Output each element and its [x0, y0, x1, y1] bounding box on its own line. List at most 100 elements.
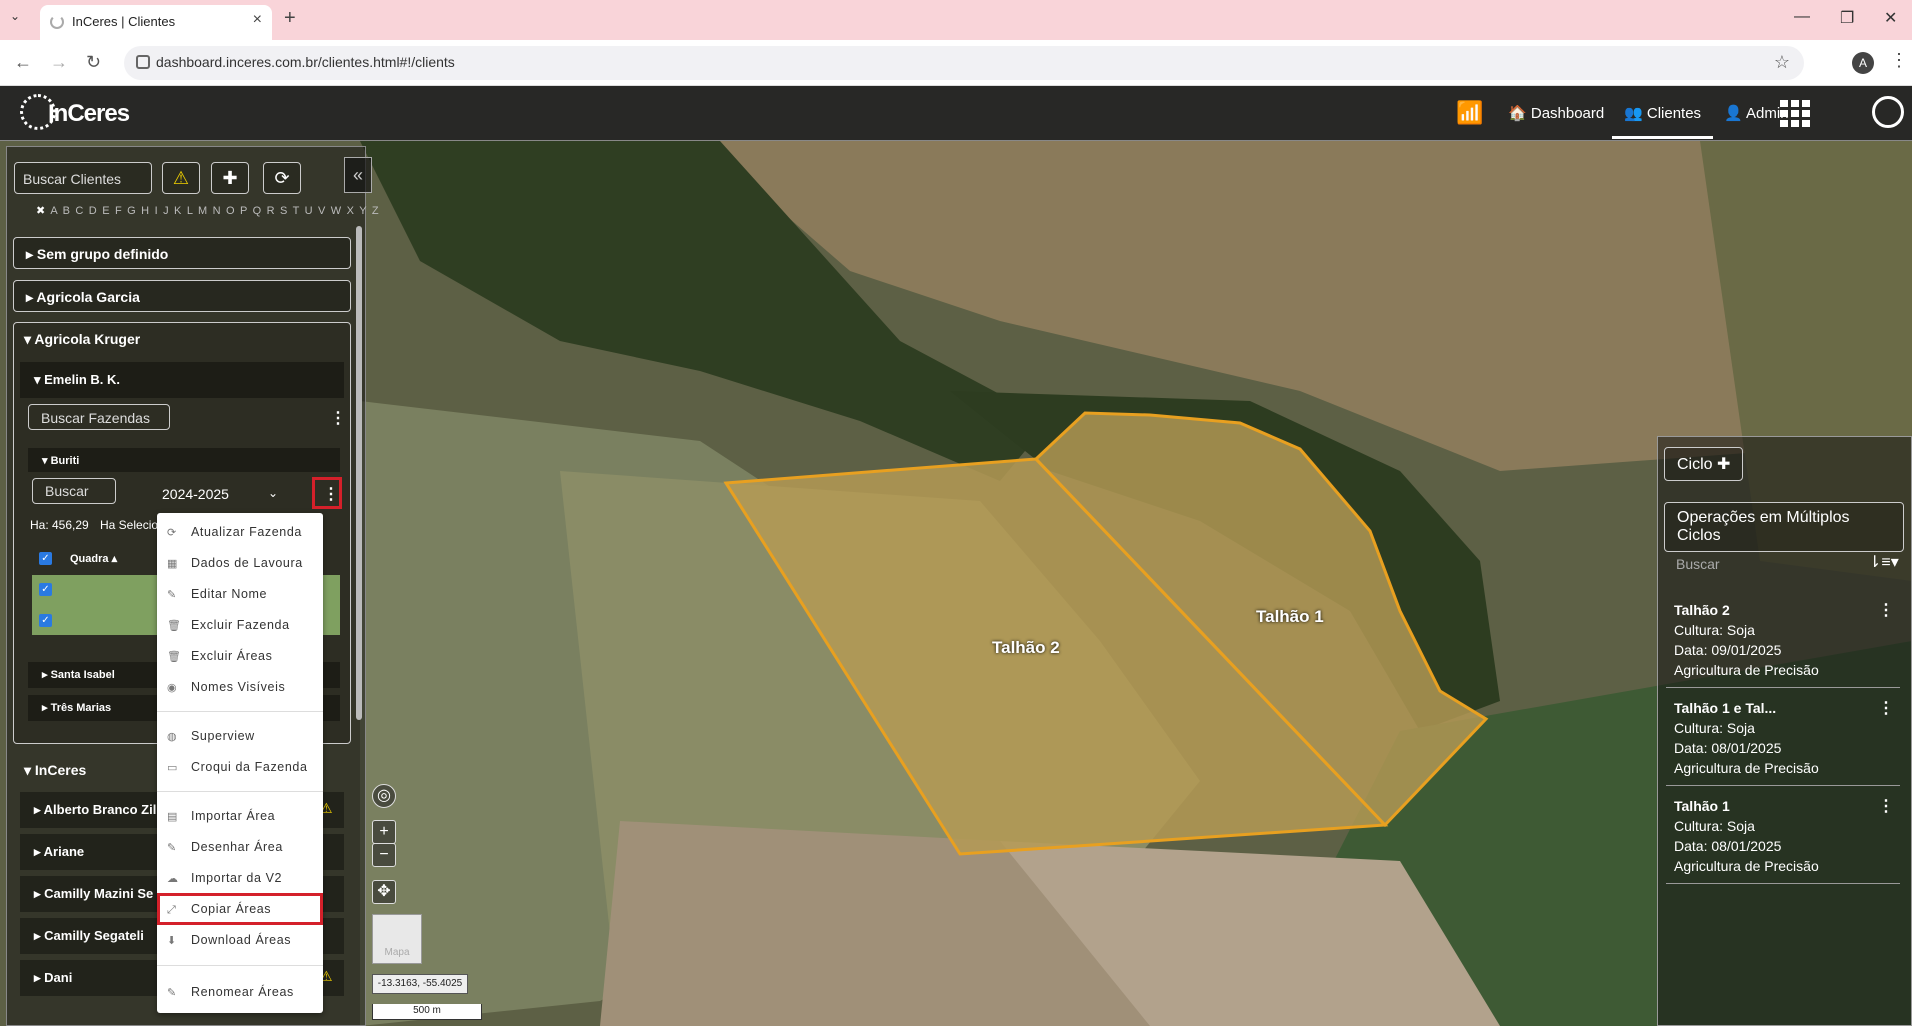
row-checkbox[interactable]: ✓: [39, 583, 52, 596]
pencil-icon: ✎: [167, 842, 177, 854]
browser-tab[interactable]: InCeres | Clientes ×: [40, 5, 272, 40]
collapse-panel-icon[interactable]: «: [344, 157, 372, 193]
chevron-down-icon[interactable]: ⌄: [268, 486, 278, 500]
menu-divider: [157, 965, 323, 966]
cycle-card[interactable]: Talhão 1 Cultura: Soja Data: 08/01/2025 …: [1666, 790, 1900, 884]
group-inceres[interactable]: ▾ InCeres: [24, 762, 86, 779]
reload-icon[interactable]: ↻: [86, 52, 101, 73]
close-window-icon[interactable]: ✕: [1884, 8, 1897, 28]
zoom-out-button[interactable]: −: [372, 843, 396, 867]
loading-icon: [50, 15, 64, 29]
trash-icon: 🗑: [167, 620, 182, 632]
ha-selected: Ha Selecio: [100, 518, 159, 532]
download-icon: ⬇: [167, 935, 177, 947]
farm-context-menu: ⟳ Atualizar Fazenda ▦ Dados de Lavoura ✎ Ed…: [157, 513, 323, 1013]
tab-search-icon[interactable]: ⌄: [10, 9, 20, 23]
back-icon[interactable]: ←: [14, 52, 32, 73]
cycle-card[interactable]: Talhão 2 Cultura: Soja Data: 09/01/2025 …: [1666, 594, 1900, 688]
trash-icon: 🗑: [167, 651, 182, 663]
season-select[interactable]: 2024-2025: [162, 486, 229, 502]
browser-menu-icon[interactable]: ⋮: [1890, 50, 1908, 71]
col-quadra[interactable]: Quadra ▴: [70, 552, 117, 565]
close-tab-icon[interactable]: ×: [253, 11, 262, 29]
globe-icon: ◍: [167, 731, 178, 743]
alphabet-filter[interactable]: ✖ A B C D E F G H I J K L M N O P Q R S T…: [36, 204, 380, 217]
site-info-icon[interactable]: [136, 55, 150, 69]
profile-avatar[interactable]: A: [1852, 52, 1874, 74]
add-ciclo-button[interactable]: Ciclo ✚: [1664, 447, 1744, 481]
table-icon: ▦: [167, 558, 178, 570]
menu-desenhar-area[interactable]: ✎ Desenhar Área: [157, 834, 323, 862]
minimize-icon[interactable]: —: [1794, 8, 1810, 26]
card-menu-icon[interactable]: ⋮: [1878, 600, 1894, 620]
add-client-button[interactable]: ✚: [211, 162, 249, 194]
group-agricola-garcia[interactable]: ▸ Agricola Garcia: [13, 280, 351, 312]
multi-cycle-operations-button[interactable]: Operações em Múltiplos Ciclos: [1664, 502, 1904, 552]
user-profile-icon[interactable]: [1872, 96, 1904, 128]
apps-grid-icon[interactable]: [1780, 100, 1810, 127]
upload-icon: ▤: [167, 811, 178, 823]
compass-icon[interactable]: ◎: [372, 784, 396, 808]
url-text: dashboard.inceres.com.br/clientes.html#!…: [156, 54, 455, 70]
bookmark-star-icon[interactable]: ☆: [1774, 52, 1790, 73]
pan-icon[interactable]: ✥: [372, 880, 396, 904]
refresh-icon: ⟳: [167, 527, 177, 539]
eye-icon: ◉: [167, 682, 178, 694]
menu-importar-area[interactable]: ▤ Importar Área: [157, 803, 323, 831]
pencil-icon: ✎: [167, 987, 177, 999]
buscar-button[interactable]: Buscar: [32, 478, 116, 504]
card-menu-icon[interactable]: ⋮: [1878, 796, 1894, 816]
forward-icon[interactable]: →: [50, 52, 68, 73]
farm-buriti[interactable]: ▾ Buriti: [42, 454, 79, 467]
menu-importar-v2[interactable]: ☁ Importar da V2: [157, 865, 323, 893]
cycles-search-input[interactable]: Buscar: [1676, 556, 1720, 572]
browser-tab-bar: ⌄ InCeres | Clientes × + — ❐ ✕: [0, 0, 1912, 40]
field-label-talhao-1[interactable]: Talhão 1: [1256, 607, 1324, 627]
wifi-icon: 📶: [1456, 100, 1484, 125]
ha-total: Ha: 456,29: [30, 518, 89, 532]
tab-title: InCeres | Clientes: [72, 14, 176, 29]
map-icon: ▭: [167, 762, 178, 774]
group-sem-grupo[interactable]: ▸ Sem grupo definido: [13, 237, 351, 269]
nav-clientes[interactable]: 👥 Clientes: [1611, 104, 1714, 139]
menu-nomes-visiveis[interactable]: ◉ Nomes Visíveis: [157, 674, 323, 702]
person-emelin[interactable]: ▾ Emelin B. K.: [34, 372, 120, 388]
search-farms-input[interactable]: Buscar Fazendas: [28, 404, 170, 430]
app-header: InCeres 📶 🏠 Dashboard 👥 Clientes 👤 Admin: [0, 86, 1912, 141]
menu-superview[interactable]: ◍ Superview: [157, 723, 323, 751]
select-all-checkbox[interactable]: ✓: [39, 552, 52, 565]
farms-menu-icon[interactable]: ⋮: [330, 408, 346, 428]
menu-excluir-fazenda[interactable]: 🗑 Excluir Fazenda: [157, 612, 323, 640]
menu-renomear-areas[interactable]: ✎ Renomear Áreas: [157, 979, 323, 1007]
menu-atualizar-fazenda[interactable]: ⟳ Atualizar Fazenda: [157, 519, 323, 547]
clear-filter-icon[interactable]: ✖: [36, 205, 46, 217]
menu-editar-nome[interactable]: ✎ Editar Nome: [157, 581, 323, 609]
nav-dashboard[interactable]: 🏠 Dashboard: [1508, 104, 1604, 122]
menu-croqui-fazenda[interactable]: ▭ Croqui da Fazenda: [157, 754, 323, 782]
sort-icon[interactable]: ⇂≡▾: [1868, 552, 1899, 572]
copiar-areas-highlight: [157, 893, 323, 925]
coordinates-readout: -13.3163, -55.4025: [372, 974, 468, 994]
pencil-icon: ✎: [167, 589, 177, 601]
new-tab-icon[interactable]: +: [284, 7, 296, 30]
panel-scrollbar[interactable]: [356, 226, 362, 720]
nav-admin[interactable]: 👤 Admin: [1724, 104, 1789, 122]
cycle-card[interactable]: Talhão 1 e Tal... Cultura: Soja Data: 08…: [1666, 692, 1900, 786]
restore-icon[interactable]: ❐: [1840, 8, 1854, 28]
row-checkbox[interactable]: ✓: [39, 614, 52, 627]
farm-options-icon[interactable]: ⋮: [323, 484, 339, 504]
menu-excluir-areas[interactable]: 🗑 Excluir Áreas: [157, 643, 323, 671]
field-label-talhao-2[interactable]: Talhão 2: [992, 638, 1060, 658]
menu-divider: [157, 791, 323, 792]
url-field[interactable]: dashboard.inceres.com.br/clientes.html#!…: [124, 46, 1804, 80]
menu-dados-lavoura[interactable]: ▦ Dados de Lavoura: [157, 550, 323, 578]
warning-filter-button[interactable]: ⚠: [162, 162, 200, 194]
scale-bar: 500 m: [372, 1004, 482, 1020]
group-agricola-kruger[interactable]: ▾ Agricola Kruger: [24, 331, 140, 348]
minimap-toggle[interactable]: Mapa: [372, 914, 422, 964]
card-menu-icon[interactable]: ⋮: [1878, 698, 1894, 718]
menu-download-areas[interactable]: ⬇ Download Áreas: [157, 927, 323, 955]
refresh-clients-button[interactable]: ⟳: [263, 162, 301, 194]
search-clients-input[interactable]: Buscar Clientes: [14, 162, 152, 194]
zoom-in-button[interactable]: +: [372, 820, 396, 844]
